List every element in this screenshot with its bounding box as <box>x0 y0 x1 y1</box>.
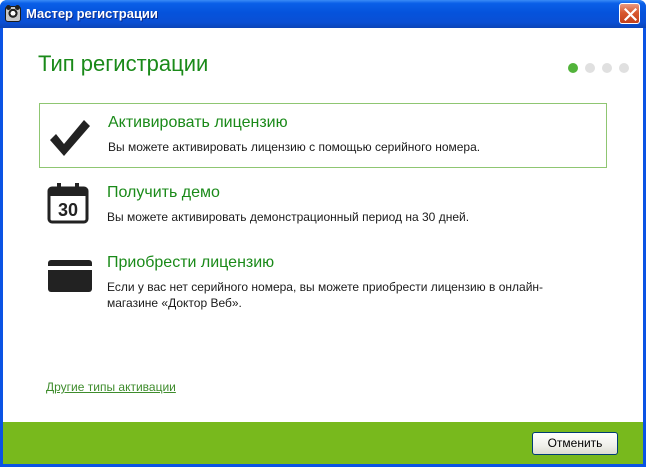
option-activate-license[interactable]: Активировать лицензию Вы можете активиро… <box>39 103 607 168</box>
credit-card-icon <box>48 260 92 292</box>
option-get-demo[interactable]: 30 Получить демо Вы можете активировать … <box>39 174 607 236</box>
option-description: Вы можете активировать лицензию с помощь… <box>108 140 481 154</box>
other-activation-types-link[interactable]: Другие типы активации <box>46 380 176 394</box>
option-title: Получить демо <box>107 184 220 201</box>
step-dot <box>619 63 629 73</box>
page-title: Тип регистрации <box>38 51 209 76</box>
option-description: Если у вас нет серийного номера, вы може… <box>107 280 544 310</box>
checkmark-icon <box>50 120 90 156</box>
option-buy-license[interactable]: Приобрести лицензию Если у вас нет серий… <box>39 244 607 318</box>
option-title: Активировать лицензию <box>108 114 288 131</box>
step-indicator <box>568 63 629 73</box>
app-icon <box>5 5 21 22</box>
calendar-day-label: 30 <box>58 200 78 220</box>
wizard-content: Тип регистрации Активировать лицензию Вы… <box>3 28 643 464</box>
title-bar[interactable]: Мастер регистрации <box>0 0 646 28</box>
footer-bar: Отменить <box>3 422 643 464</box>
close-icon <box>624 8 637 21</box>
step-dot <box>568 63 578 73</box>
calendar-icon: 30 <box>47 183 89 224</box>
option-description: Вы можете активировать демонстрационный … <box>107 210 470 224</box>
window-title: Мастер регистрации <box>26 6 158 21</box>
step-dot <box>602 63 612 73</box>
cancel-button[interactable]: Отменить <box>532 432 618 455</box>
close-button[interactable] <box>619 3 640 24</box>
step-dot <box>585 63 595 73</box>
wizard-window: Мастер регистрации Тип регистрации Актив… <box>0 0 646 467</box>
option-title: Приобрести лицензию <box>107 254 275 271</box>
